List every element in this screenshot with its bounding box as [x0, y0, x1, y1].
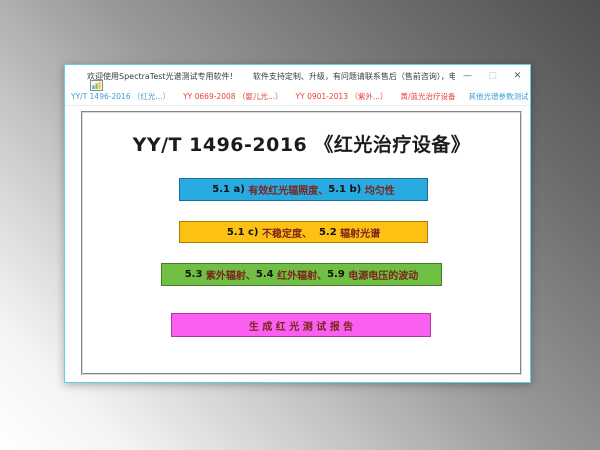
button-label-segment: 有效红光辐照度、 — [248, 182, 328, 197]
instability-radiation-spectrum-button[interactable]: 5.1 c) 不稳定度、 5.2 辐射光谱 — [179, 221, 428, 243]
tab-yellow-blue-light-therapy[interactable]: 黄/蓝光治疗设备 — [401, 91, 456, 102]
window-title: 欢迎使用SpectraTest光谱测试专用软件！ 软件支持定制、升级，有问题请联… — [87, 71, 455, 82]
tab-yy-0901-2013-ultraviolet[interactable]: YY 0901-2013 （紫外...） — [296, 91, 388, 102]
button-label-segment: 红外辐射、 — [277, 267, 327, 282]
tab-other-spectral-params[interactable]: 其他光谱参数测试 — [469, 91, 529, 102]
content-panel: YY/T 1496-2016 《红光治疗设备》 5.1 a) 有效红光辐照度、5… — [81, 111, 522, 375]
button-label-segment: 5.4 — [256, 269, 277, 280]
desktop-background: 欢迎使用SpectraTest光谱测试专用软件！ 软件支持定制、升级，有问题请联… — [0, 0, 600, 450]
button-label-segment: 5.1 c) — [227, 227, 262, 238]
maximize-icon[interactable]: ▢ — [480, 65, 505, 87]
button-label-segment: 均匀性 — [365, 182, 395, 197]
page-title: YY/T 1496-2016 《红光治疗设备》 — [83, 130, 520, 157]
button-label-segment: 5.9 — [327, 269, 348, 280]
button-label-segment: 辐射光谱 — [340, 225, 380, 240]
tab-yyt-1496-2016-red-light[interactable]: YY/T 1496-2016 （红光...） — [71, 91, 170, 102]
button-label-segment: 5.3 — [185, 269, 206, 280]
generate-red-light-test-report-button[interactable]: 生 成 红 光 测 试 报 告 — [171, 313, 431, 337]
button-label-segment: 5.2 — [319, 227, 340, 238]
title-bar[interactable]: 欢迎使用SpectraTest光谱测试专用软件！ 软件支持定制、升级，有问题请联… — [65, 65, 530, 87]
app-icon — [70, 71, 83, 82]
close-icon[interactable]: ✕ — [505, 65, 530, 87]
button-label-segment: 5.1 a) — [212, 184, 248, 195]
uv-ir-voltage-fluctuation-button[interactable]: 5.3 紫外辐射、5.4 红外辐射、5.9 电源电压的波动 — [161, 263, 442, 286]
button-label-segment: 不稳定度、 — [262, 225, 319, 240]
button-label-segment: 5.1 b) — [328, 184, 364, 195]
button-label-segment: 电源电压的波动 — [348, 267, 418, 282]
button-label-segment: 紫外辐射、 — [206, 267, 256, 282]
tab-yy-0669-2008-infant-light[interactable]: YY 0669-2008 （婴儿光...） — [183, 91, 282, 102]
app-window: 欢迎使用SpectraTest光谱测试专用软件！ 软件支持定制、升级，有问题请联… — [64, 64, 531, 383]
tab-bar: YY/T 1496-2016 （红光...） YY 0669-2008 （婴儿光.… — [65, 87, 530, 106]
window-controls: — ▢ ✕ — [455, 65, 530, 87]
minimize-icon[interactable]: — — [455, 65, 480, 87]
effective-red-irradiance-uniformity-button[interactable]: 5.1 a) 有效红光辐照度、5.1 b) 均匀性 — [179, 178, 428, 201]
button-label-segment: 生 成 红 光 测 试 报 告 — [249, 318, 353, 333]
